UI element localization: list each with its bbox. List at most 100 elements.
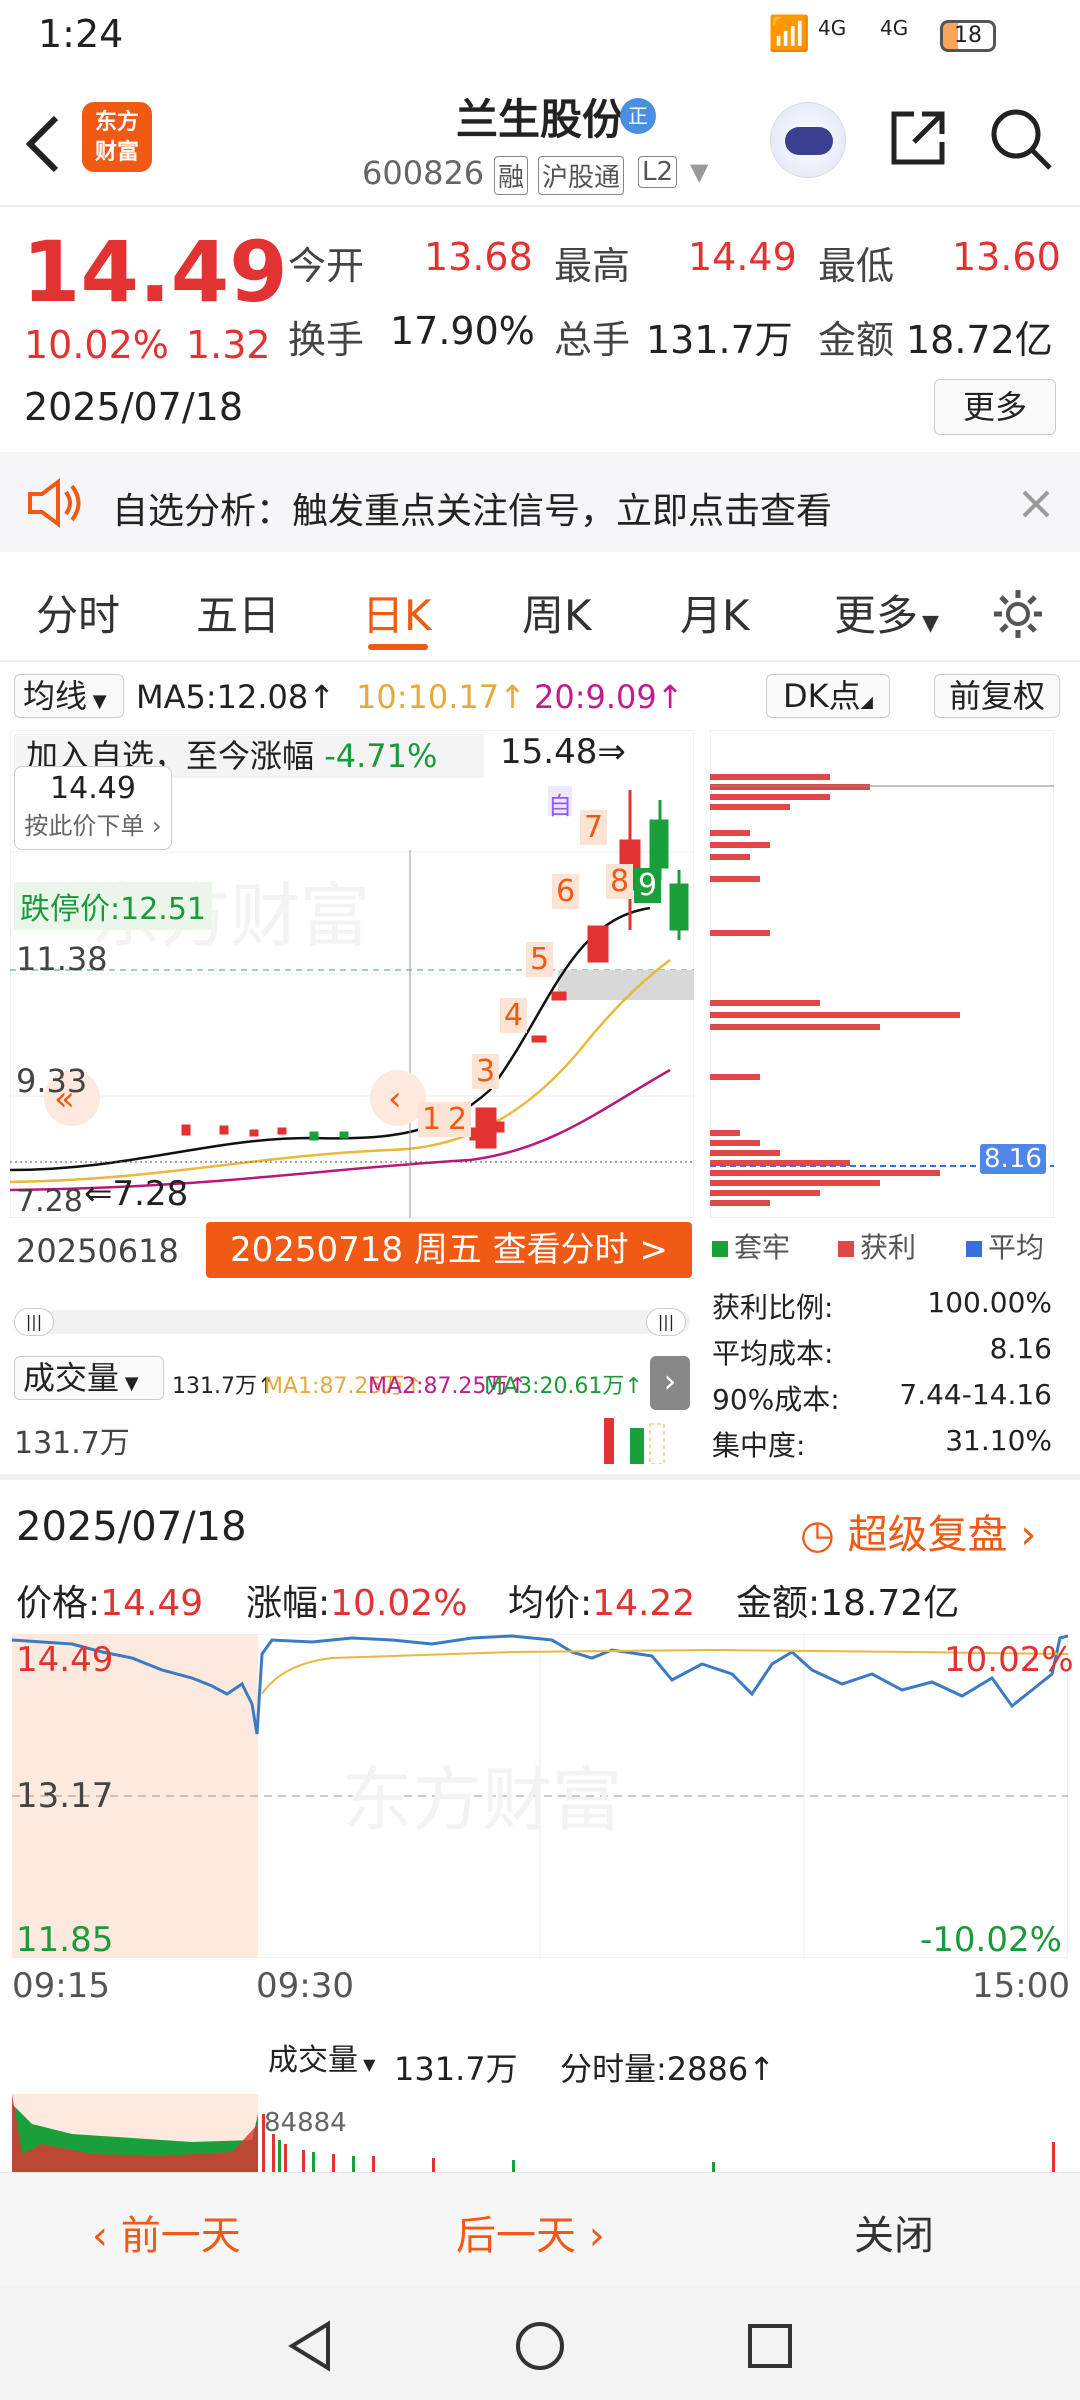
svg-text:‹: ‹ (388, 1079, 402, 1119)
intraday-tick-volume: 分时量:2886↑ (560, 2050, 776, 2088)
search-icon[interactable] (988, 106, 1054, 172)
count-marker-1: 1 (418, 1102, 446, 1137)
close-icon[interactable] (1020, 488, 1052, 520)
caret-down-icon: ▼ (922, 611, 939, 636)
nav-home-icon[interactable] (514, 2320, 566, 2372)
amount-value: 18.72亿 (906, 318, 1053, 362)
intraday-price: 价格:14.49 (16, 1583, 204, 1624)
prev-day-label: 前一天 (120, 2213, 241, 2259)
stock-code: 600826 (362, 154, 485, 192)
intraday-date: 2025/07/18 (16, 1504, 247, 1550)
dk-point-button[interactable]: DK点◢ (766, 674, 890, 718)
chip-stats: 获利比例: 100.00% 平均成本: 8.16 90%成本: 7.44-14.16 … (712, 1286, 1052, 1470)
range-scrollbar[interactable] (14, 1310, 690, 1334)
count-marker-4: 4 (500, 998, 528, 1033)
range-handle-right[interactable]: ||| (646, 1308, 686, 1336)
volume-max-label: 84884 (264, 2108, 347, 2138)
share-icon[interactable] (886, 106, 950, 170)
intraday-change: 涨幅:10.02% (246, 1583, 468, 1624)
adjust-mode-button[interactable]: 前复权 (934, 674, 1060, 718)
tab-monthly-k[interactable]: 月K (680, 582, 750, 643)
prev-day-button[interactable]: ‹ 前一天 (92, 2203, 241, 2261)
close-button[interactable]: 关闭 (854, 2203, 934, 2261)
change-percent: 10.02% (24, 323, 169, 367)
intraday-panel: 2025/07/18 ◷ 超级复盘 › 价格:14.49 涨幅:10.02% 均… (0, 1480, 1080, 2172)
volume-label: 总手 (554, 318, 631, 362)
intraday-volume-value: 131.7万 (394, 2050, 518, 2088)
intraday-amount: 金额:18.72亿 (736, 1583, 960, 1624)
tab-five-day[interactable]: 五日 (196, 582, 280, 643)
volume-indicator-selector[interactable]: 成交量 ▼ (14, 1356, 164, 1400)
nav-recents-icon[interactable] (744, 2320, 796, 2372)
y-label-bottom: 7.28 (16, 1184, 83, 1219)
turnover-label: 换手 (288, 318, 365, 362)
svg-text:东方财富: 东方财富 (342, 1761, 622, 1839)
system-nav-bar (0, 2286, 1080, 2400)
intraday-volume-selector[interactable]: 成交量 ▼ (262, 2040, 390, 2084)
order-tooltip[interactable]: 14.49 按此价下单 › (14, 766, 172, 850)
expand-arrow-icon[interactable]: › (650, 1356, 690, 1410)
quote-panel: 14.49 10.02% 1.32 2025/07/18 今开 13.68 最高… (0, 207, 1080, 452)
tab-more[interactable]: 更多 ▼ (834, 582, 939, 643)
ai-assistant-icon[interactable] (770, 102, 846, 178)
change-amount: 1.32 (186, 323, 271, 367)
dk-point-label: DK点 (783, 677, 861, 715)
intraday-volume-chart (12, 2094, 1055, 2172)
chevron-down-icon[interactable]: ▼ (690, 158, 708, 186)
y-mid-price: 13.17 (16, 1776, 114, 1816)
time-close: 15:00 (972, 1966, 1070, 2006)
battery-icon: 18 (940, 20, 996, 52)
volume-value: 131.7万↑ (172, 1374, 276, 1399)
profit-ratio-value: 100.00% (927, 1286, 1052, 1319)
avg-cost-label: 平均成本: (712, 1337, 834, 1370)
time-start: 09:15 (12, 1966, 110, 2006)
next-day-button[interactable]: 后一天 › (456, 2203, 605, 2261)
chip-legend-profit: 获利 (838, 1226, 916, 1266)
stock-header: 东方 财富 兰生股份 正 600826 融 沪股通 L2 ▼ (0, 72, 1080, 207)
quote-date: 2025/07/18 (24, 385, 244, 429)
app-logo-icon: 东方 财富 (82, 102, 152, 172)
concentration-value: 31.10% (945, 1424, 1052, 1457)
range-handle-left[interactable]: ||| (14, 1308, 54, 1336)
order-tooltip-price: 14.49 (50, 771, 136, 806)
chip-legend-locked: 套牢 (712, 1226, 790, 1266)
tab-daily-k[interactable]: 日K (362, 582, 432, 643)
y-top-pct: 10.02% (944, 1640, 1074, 1680)
count-marker-3: 3 (472, 1054, 500, 1089)
limit-down-price: 跌停价:12.51 (14, 882, 212, 930)
intraday-chart[interactable]: 东方财富 (12, 1634, 1068, 1958)
volume-bars (604, 1418, 665, 1464)
tag-hk-connect: 沪股通 (538, 156, 625, 195)
status-bar: 1:24 📶 4G 4G 18 (0, 0, 1080, 72)
chip-legend-average: 平均 (966, 1226, 1044, 1266)
low-marker-value: 7.28 (112, 1174, 189, 1214)
cost-90-value: 7.44-14.16 (899, 1378, 1052, 1411)
count-marker-6: 6 (552, 874, 580, 909)
speaker-icon (28, 478, 81, 528)
next-day-label: 后一天 (456, 2213, 576, 2259)
settings-gear-icon[interactable] (990, 586, 1046, 642)
signal-icon-2: 4G (880, 16, 909, 40)
view-intraday-button[interactable]: 20250718 周五 查看分时 > (206, 1222, 692, 1278)
concentration-label: 集中度: (712, 1429, 806, 1462)
back-arrow-icon[interactable] (22, 112, 62, 176)
high-marker-value: 15.48 (500, 732, 598, 772)
tab-intraday[interactable]: 分时 (36, 582, 120, 643)
notice-bar[interactable]: 自选分析：触发重点关注信号，立即点击查看 (0, 452, 1080, 552)
count-marker-2: 2 (444, 1102, 472, 1137)
count-marker-5: 5 (526, 942, 554, 977)
low-label: 最低 (818, 244, 895, 288)
count-marker-9: 9 (634, 868, 662, 903)
ma10-value: 10:10.17↑ (356, 678, 526, 716)
super-replay-link[interactable]: ◷ 超级复盘 › (800, 1502, 1036, 1560)
more-button[interactable]: 更多 (934, 379, 1056, 435)
avg-cost-value: 8.16 (989, 1332, 1052, 1365)
notice-text: 自选分析：触发重点关注信号，立即点击查看 (112, 491, 833, 532)
ma-selector[interactable]: 均线 ▼ (14, 674, 124, 718)
nav-back-icon[interactable] (284, 2320, 336, 2372)
ma20-value: 20:9.09↑ (534, 678, 684, 716)
time-open: 09:30 (256, 1966, 354, 2006)
tab-weekly-k[interactable]: 周K (522, 582, 592, 643)
bottom-action-bar: ‹ 前一天 后一天 › 关闭 (0, 2172, 1080, 2286)
tab-more-label: 更多 (834, 591, 919, 640)
